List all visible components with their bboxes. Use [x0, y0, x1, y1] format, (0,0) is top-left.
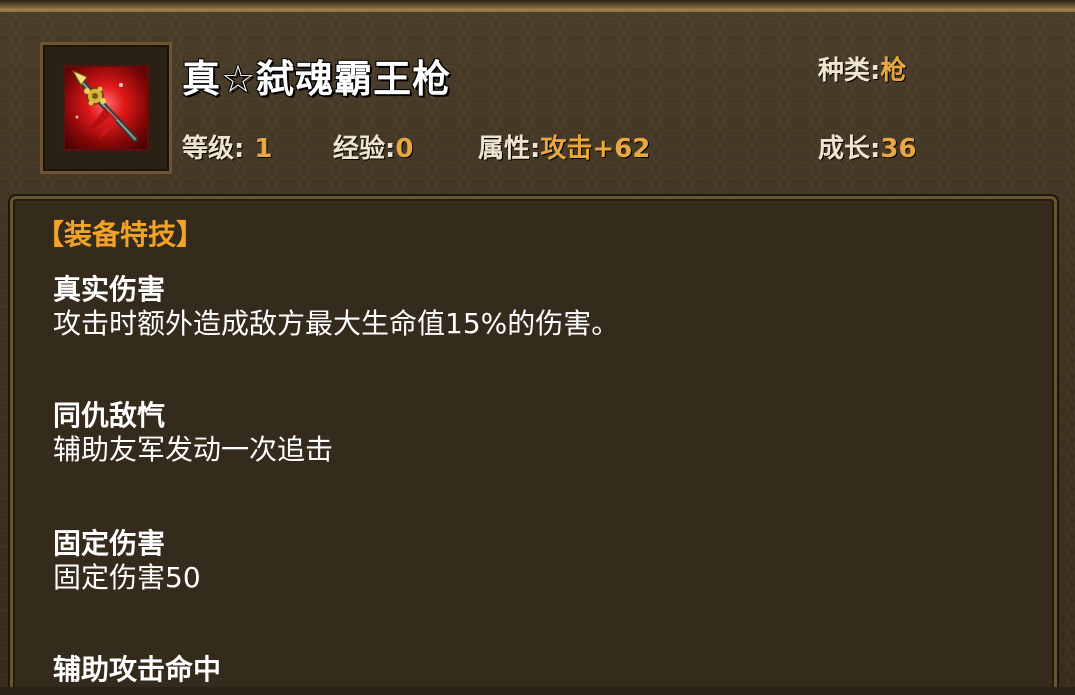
stat-type-label: 种类: — [818, 56, 881, 86]
item-detail-window: 真☆弑魂霸王枪 种类:枪 等级: 1 经验:0 属性:攻击+62 成长:36 【装… — [0, 0, 1075, 695]
spear-icon — [63, 65, 149, 151]
stat-exp-label: 经验: — [333, 134, 396, 164]
window-top-border — [0, 0, 1075, 10]
section-title-equipment-skills: 【装备特技】 — [36, 218, 205, 251]
stat-attribute-label: 属性: — [478, 134, 541, 164]
stat-type-value: 枪 — [880, 56, 907, 86]
stat-attribute-value: 攻击+62 — [540, 134, 651, 164]
stat-growth: 成长:36 — [818, 128, 917, 165]
skill-description: 固定伤害50 — [53, 561, 201, 594]
item-name: 真☆弑魂霸王枪 — [182, 57, 452, 101]
stat-type: 种类:枪 — [818, 50, 906, 87]
panel-bottom-edge — [0, 687, 1075, 695]
stat-exp-value: 0 — [395, 134, 414, 164]
stat-growth-label: 成长: — [818, 134, 881, 164]
item-icon-slot[interactable] — [40, 42, 172, 174]
skill-description: 攻击时额外造成敌方最大生命值15%的伤害。 — [53, 307, 620, 340]
stat-growth-value: 36 — [880, 134, 917, 164]
stat-level-label: 等级: — [182, 134, 245, 164]
stat-attribute: 属性:攻击+62 — [478, 128, 650, 165]
skill-description: 辅助友军发动一次追击 — [53, 433, 334, 466]
stat-level: 等级: 1 — [182, 128, 273, 165]
stat-level-value: 1 — [254, 134, 273, 164]
stat-exp: 经验:0 — [333, 128, 414, 165]
skill-name: 辅助攻击命中 — [53, 653, 222, 686]
window-top-divider — [0, 10, 1075, 12]
